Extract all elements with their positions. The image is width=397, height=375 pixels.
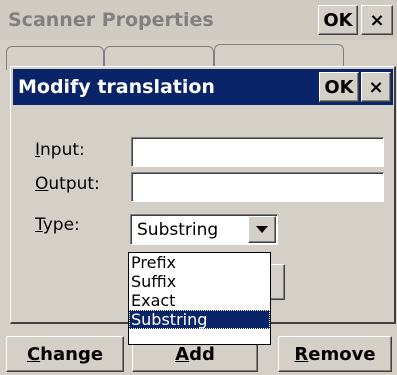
ok-button[interactable]: OK xyxy=(318,5,358,35)
input-label: Input: xyxy=(35,140,85,160)
window-title: Scanner Properties xyxy=(8,9,214,31)
type-dropdown-button[interactable] xyxy=(248,216,276,243)
change-label: hange xyxy=(40,343,104,365)
type-select-value: Substring xyxy=(137,220,219,240)
close-button[interactable]: × xyxy=(361,5,393,35)
type-mnemonic: T xyxy=(35,215,43,235)
dropdown-option-exact[interactable]: Exact xyxy=(129,291,270,310)
dropdown-option-suffix[interactable]: Suffix xyxy=(129,272,270,291)
remove-label: emove xyxy=(308,343,376,365)
output-mnemonic: O xyxy=(35,174,49,194)
dialog-title: Modify translation xyxy=(18,76,215,98)
type-dropdown-list[interactable]: Prefix Suffix Exact Substring xyxy=(128,252,271,345)
add-label: dd xyxy=(189,343,215,365)
remove-mnemonic: R xyxy=(294,343,309,365)
dialog-close-button[interactable]: × xyxy=(361,72,391,102)
output-label-text: utput: xyxy=(48,174,100,194)
change-button[interactable]: Change xyxy=(6,336,124,372)
tab[interactable] xyxy=(214,44,344,68)
input-label-text: nput: xyxy=(40,140,85,160)
add-mnemonic: A xyxy=(175,343,190,365)
dialog-ok-button[interactable]: OK xyxy=(319,72,359,102)
scanner-properties-titlebar: Scanner Properties OK × xyxy=(0,0,397,40)
type-label-text: ype: xyxy=(42,215,80,235)
type-select[interactable]: Substring xyxy=(130,214,278,245)
chevron-down-icon xyxy=(256,226,268,233)
type-label: Type: xyxy=(35,215,80,235)
change-mnemonic: C xyxy=(26,343,41,365)
dropdown-option-substring[interactable]: Substring xyxy=(129,310,270,329)
dialog-titlebar: Modify translation OK × xyxy=(13,69,393,105)
output-field[interactable] xyxy=(131,172,384,202)
input-field[interactable] xyxy=(131,137,384,167)
output-label: Output: xyxy=(35,174,100,194)
dropdown-option-prefix[interactable]: Prefix xyxy=(129,253,270,272)
remove-button[interactable]: Remove xyxy=(278,336,392,372)
